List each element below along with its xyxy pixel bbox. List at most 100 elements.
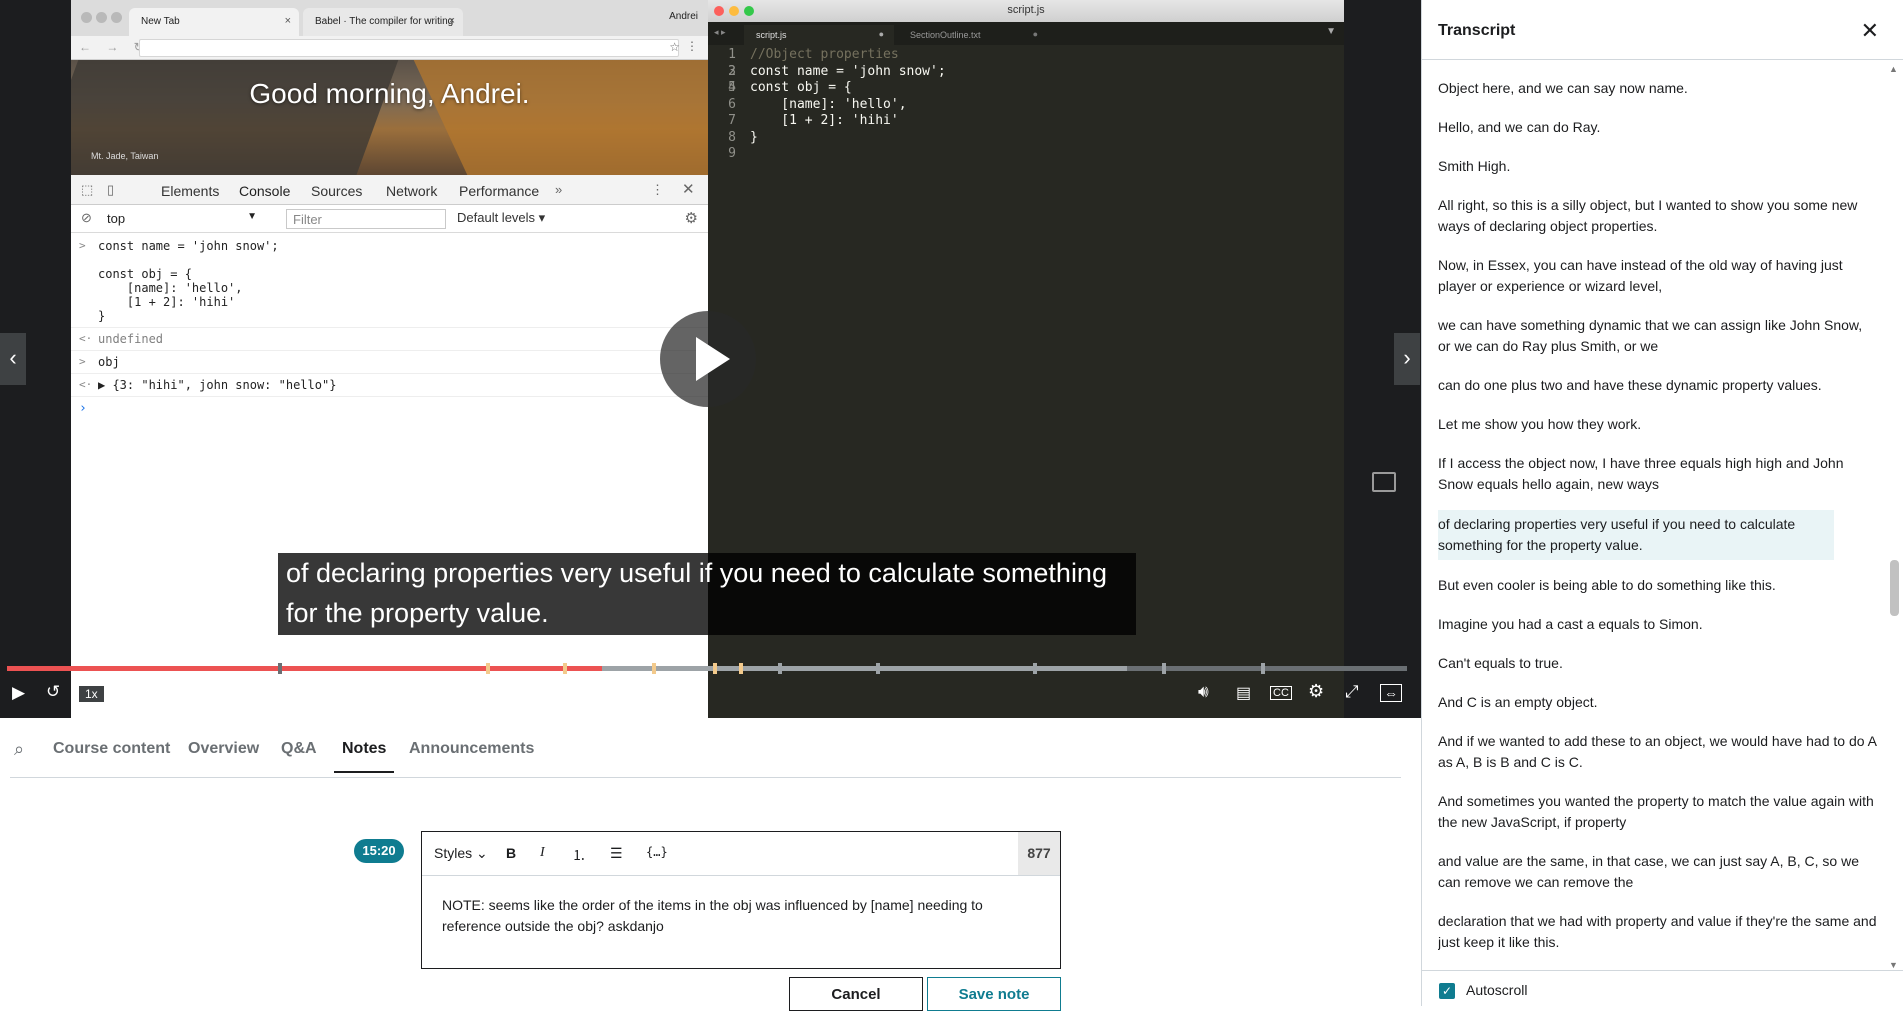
console-line: > obj bbox=[71, 355, 708, 374]
tab-notes[interactable]: Notes bbox=[333, 740, 395, 773]
play-overlay-button[interactable] bbox=[660, 311, 756, 407]
tab-qa[interactable]: Q&A bbox=[281, 740, 317, 758]
character-count: 877 bbox=[1018, 832, 1060, 875]
video-player[interactable]: New Tab × Babel · The compiler for writi… bbox=[0, 0, 1421, 718]
close-icon: × bbox=[284, 15, 291, 27]
settings-gear-icon[interactable]: ⚙ bbox=[1308, 681, 1324, 702]
transcript-segment[interactable]: Imagine you had a cast a equals to Simon… bbox=[1438, 611, 1878, 638]
bold-icon[interactable]: B bbox=[506, 845, 516, 861]
browser-tab: Babel · The compiler for writing × bbox=[303, 8, 463, 36]
note-marker bbox=[713, 663, 717, 674]
transcript-segment[interactable]: can do one plus two and have these dynam… bbox=[1438, 372, 1878, 399]
transcript-segment[interactable]: All right, so this is a silly object, bu… bbox=[1438, 192, 1878, 240]
playback-speed-button[interactable]: 1x bbox=[78, 685, 105, 703]
editor-tab: script.js ● bbox=[744, 25, 894, 45]
next-lecture-button[interactable]: › bbox=[1394, 333, 1420, 385]
previous-lecture-button[interactable]: ‹ bbox=[0, 333, 26, 385]
play-icon[interactable]: ▶ bbox=[12, 683, 25, 703]
player-controls: ▶ ↺ 1x ↻ 15:20 / 26:41 ✎ 🔊︎ ▤ CC ⚙ ⤢ ⇔ bbox=[0, 678, 1421, 712]
caption-text: of declaring properties very useful if y… bbox=[286, 558, 1107, 628]
browser-tab: New Tab × bbox=[129, 8, 299, 36]
scroll-thumb[interactable] bbox=[1890, 560, 1899, 616]
transcript-segment[interactable]: But even cooler is being able to do some… bbox=[1438, 572, 1878, 599]
add-note-icon[interactable]: ✎ bbox=[258, 684, 271, 702]
transcript-segment[interactable]: Object here, and we can say now name. bbox=[1438, 75, 1878, 102]
transcript-segment[interactable]: If I access the object now, I have three… bbox=[1438, 450, 1878, 498]
close-icon[interactable]: ✕ bbox=[1861, 18, 1879, 44]
note-marker bbox=[563, 663, 567, 674]
volume-icon[interactable]: 🔊︎ bbox=[1198, 682, 1209, 702]
browser-tab-label: New Tab bbox=[141, 16, 180, 27]
devtools-tab-console: Console bbox=[236, 183, 293, 207]
close-dot bbox=[714, 6, 724, 16]
transcript-segment[interactable]: Hello, and we can do Ray. bbox=[1438, 114, 1878, 141]
transcript-segment[interactable]: Can't equals to true. bbox=[1438, 650, 1878, 677]
tab-overview[interactable]: Overview bbox=[188, 740, 259, 758]
transcript-segment[interactable]: And if we wanted to add these to an obje… bbox=[1438, 728, 1878, 776]
code-line: 6 [name]: 'hello', bbox=[708, 97, 1344, 114]
note-editor: Styles ⌄ B I ⒈ ☰ {…} 877 NOTE: seems lik… bbox=[421, 831, 1061, 969]
transcript-segment[interactable]: Smith High. bbox=[1438, 153, 1878, 180]
code-line: 5 const obj = { bbox=[708, 80, 1344, 97]
code-line: 1 //Object properties bbox=[708, 47, 1344, 64]
transcript-header: Transcript ✕ bbox=[1422, 0, 1903, 60]
browser-tab-label: Babel · The compiler for writing bbox=[315, 16, 454, 27]
chevron-down-icon: ▼ bbox=[1326, 26, 1336, 37]
chevron-left-icon: ‹ bbox=[9, 345, 17, 370]
transcript-segment[interactable]: Let me show you how they work. bbox=[1438, 411, 1878, 438]
tab-course-content[interactable]: Course content bbox=[53, 740, 170, 758]
chevron-down-icon: ▼ bbox=[247, 211, 257, 222]
context-value: top bbox=[107, 211, 126, 226]
bulleted-list-icon[interactable]: ☰ bbox=[610, 845, 623, 862]
expand-icon[interactable]: ⇔ bbox=[1380, 684, 1402, 702]
note-input[interactable]: NOTE: seems like the order of the items … bbox=[442, 895, 1030, 937]
console-line: const obj = { bbox=[71, 267, 708, 281]
transcript-segment[interactable]: and value are the same, in that case, we… bbox=[1438, 848, 1878, 896]
transcript-segment[interactable]: we can have something dynamic that we ca… bbox=[1438, 312, 1878, 360]
console-line: [name]: 'hello', bbox=[71, 281, 708, 295]
tab-nav-icon: ◂ ▸ bbox=[714, 27, 726, 37]
console-text: ▶ {3: "hihi", john snow: "hello"} bbox=[98, 378, 337, 392]
chapter-marker bbox=[1162, 663, 1166, 674]
console-prefix: <· bbox=[79, 378, 93, 391]
scroll-up-icon[interactable]: ▲ bbox=[1889, 64, 1898, 74]
transcript-segment[interactable]: Now, in Essex, you can have instead of t… bbox=[1438, 252, 1878, 300]
rewind-5s-icon[interactable]: ↺ bbox=[46, 682, 60, 702]
captions-icon[interactable]: CC bbox=[1270, 686, 1292, 700]
note-marker bbox=[739, 663, 743, 674]
autoscroll-checkbox[interactable]: ✓ bbox=[1439, 983, 1455, 999]
search-icon[interactable]: ⌕ bbox=[14, 739, 24, 760]
transcript-segment[interactable]: And sometimes you wanted the property to… bbox=[1438, 788, 1878, 836]
chapter-marker bbox=[1033, 663, 1037, 674]
numbered-list-icon[interactable]: ⒈ bbox=[572, 845, 586, 865]
transcript-segment[interactable]: declaration that we had with property an… bbox=[1438, 908, 1878, 956]
code-text: [1 + 2]: 'hihi' bbox=[750, 113, 899, 128]
transcript-icon[interactable]: ▤ bbox=[1236, 683, 1251, 703]
scroll-down-icon[interactable]: ▼ bbox=[1889, 960, 1898, 970]
chapter-marker bbox=[1261, 663, 1265, 674]
transcript-segment[interactable]: of declaring properties very useful if y… bbox=[1438, 510, 1834, 560]
code-text: const obj = { bbox=[750, 80, 852, 95]
tab-announcements[interactable]: Announcements bbox=[409, 740, 534, 758]
transcript-list[interactable]: Object here, and we can say now name. Hel… bbox=[1438, 75, 1878, 970]
styles-dropdown[interactable]: Styles ⌄ bbox=[434, 845, 488, 862]
italic-icon[interactable]: I bbox=[540, 845, 545, 861]
console-line bbox=[71, 253, 708, 267]
transcript-segment[interactable]: And C is an empty object. bbox=[1438, 689, 1878, 716]
close-icon: ✕ bbox=[682, 181, 695, 198]
progress-bar[interactable] bbox=[7, 663, 1407, 674]
line-number: 7 bbox=[728, 113, 736, 128]
window-dot bbox=[96, 12, 107, 23]
console-prompt[interactable]: › bbox=[71, 401, 708, 416]
chapter-marker bbox=[778, 663, 782, 674]
unsaved-dot-icon: ● bbox=[1032, 29, 1038, 39]
devtools-tab-network: Network bbox=[386, 183, 438, 199]
forward-5s-icon[interactable]: ↻ bbox=[138, 682, 152, 702]
fullscreen-icon[interactable]: ⤢ bbox=[1345, 682, 1359, 702]
transcript-scrollbar[interactable]: ▲ ▼ bbox=[1887, 62, 1901, 972]
picture-in-picture-icon[interactable] bbox=[1372, 472, 1396, 492]
gear-icon: ⚙ bbox=[684, 210, 698, 227]
line-number: 8 bbox=[728, 129, 736, 145]
console-text: } bbox=[98, 309, 106, 323]
code-block-icon[interactable]: {…} bbox=[646, 845, 668, 859]
